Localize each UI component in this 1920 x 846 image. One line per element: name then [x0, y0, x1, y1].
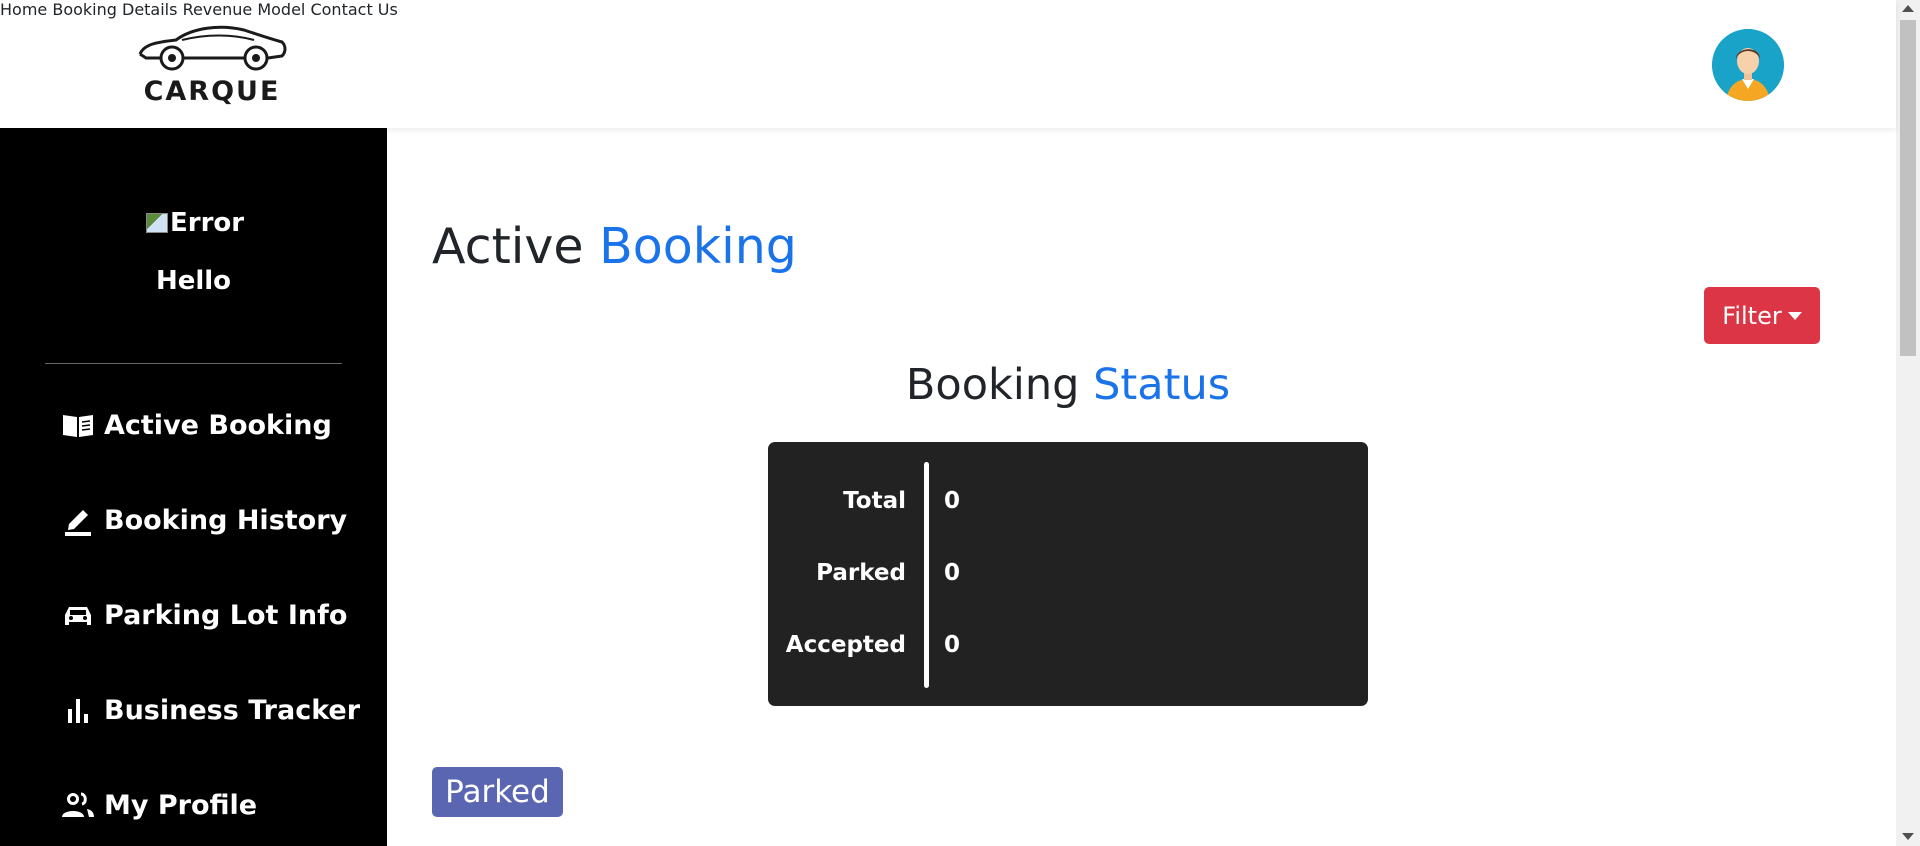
pencil-icon [60, 504, 96, 536]
page-title-part2: Booking [599, 218, 797, 275]
sidebar: Error Hello Active Booking Booking Histo… [0, 128, 387, 846]
sidebar-item-label: My Profile [104, 789, 258, 821]
greeting-text: Hello [155, 266, 232, 296]
sidebar-item-label: Active Booking [104, 409, 332, 441]
sidebar-item-booking-history[interactable]: Booking History [60, 500, 347, 540]
profile-image-alt-text: Error [170, 208, 245, 238]
nav-revenue-model[interactable]: Revenue Model [183, 0, 306, 19]
status-value: 0 [944, 488, 961, 514]
sidebar-item-business-tracker[interactable]: Business Tracker [60, 690, 360, 730]
status-label: Total [843, 488, 906, 514]
profile-image-broken: Error [146, 208, 244, 238]
car-icon [60, 599, 96, 631]
sidebar-item-label: Parking Lot Info [104, 599, 348, 631]
status-row-accepted: Accepted 0 [768, 632, 1368, 668]
filter-label: Filter [1722, 301, 1782, 330]
logo-text: CARQUE [143, 76, 281, 107]
nav-home[interactable]: Home [0, 0, 47, 19]
sidebar-item-parking-lot-info[interactable]: Parking Lot Info [60, 595, 347, 635]
sidebar-item-label: Booking History [104, 504, 348, 536]
user-avatar-icon [1712, 29, 1784, 101]
status-value: 0 [944, 632, 961, 658]
caret-down-icon [1787, 311, 1802, 320]
people-icon [60, 789, 96, 821]
top-navbar: CARQUE Home Booking Details Revenue Mode… [0, 0, 1896, 128]
scrollbar-thumb[interactable] [1900, 20, 1916, 356]
subtitle-part2: Status [1093, 360, 1231, 410]
user-avatar[interactable] [1712, 29, 1784, 101]
status-value: 0 [944, 560, 961, 586]
book-open-icon [60, 409, 96, 441]
sidebar-item-my-profile[interactable]: My Profile [60, 785, 257, 825]
status-label: Parked [816, 560, 906, 586]
parked-tab-badge[interactable]: Parked [432, 767, 563, 817]
page-title-part1: Active [432, 218, 584, 275]
status-row-total: Total 0 [768, 488, 1368, 524]
booking-status-card: Total 0 Parked 0 Accepted 0 [768, 442, 1368, 706]
status-row-parked: Parked 0 [768, 560, 1368, 596]
bar-chart-icon [60, 694, 96, 726]
scroll-down-arrow-icon[interactable] [1902, 833, 1914, 840]
nav-booking-details[interactable]: Booking Details [52, 0, 177, 19]
booking-status-heading: Booking Status [0, 360, 1920, 410]
filter-dropdown-button[interactable]: Filter [1704, 287, 1820, 344]
nav-contact-us[interactable]: Contact Us [310, 0, 397, 19]
status-label: Accepted [785, 632, 906, 658]
carque-logo[interactable]: CARQUE [136, 18, 288, 110]
page-title: Active Booking [432, 218, 797, 275]
sidebar-item-active-booking[interactable]: Active Booking [60, 405, 332, 445]
car-logo-icon [138, 25, 287, 71]
sidebar-item-label: Business Tracker [104, 694, 361, 726]
broken-image-icon [146, 213, 168, 233]
scroll-up-arrow-icon[interactable] [1902, 5, 1914, 12]
subtitle-part1: Booking [905, 360, 1080, 410]
